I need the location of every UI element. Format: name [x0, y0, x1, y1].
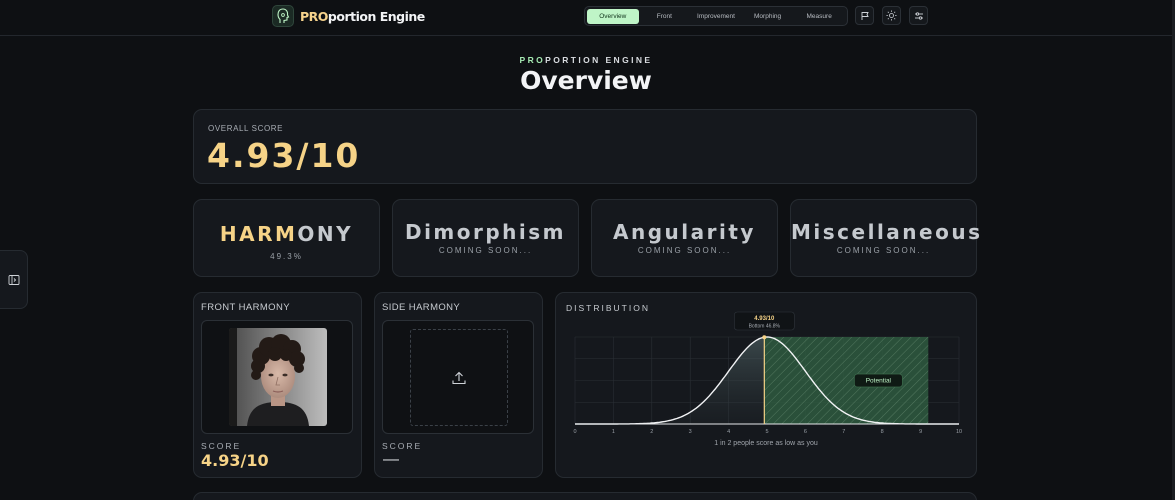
- x-tick-label: 0: [573, 429, 576, 435]
- overall-score-card: OVERALL SCORE 4.93/10: [193, 109, 977, 184]
- front-score-value: 4.93/10: [201, 451, 269, 470]
- angularity-title: Angularity: [613, 220, 756, 244]
- front-photo-frame[interactable]: [201, 320, 353, 434]
- overall-score-label: OVERALL SCORE: [208, 124, 284, 133]
- nav-tabs: Overview Front Improvement Morphing Meas…: [584, 6, 848, 26]
- front-harmony-label: FRONT HARMONY: [201, 302, 290, 313]
- angularity-subtitle: COMING SOON...: [637, 246, 732, 255]
- tab-measure[interactable]: Measure: [793, 9, 845, 24]
- tab-improvement[interactable]: Improvement: [690, 9, 742, 24]
- angularity-card[interactable]: Angularity COMING SOON...: [591, 199, 778, 277]
- brand[interactable]: PROportion Engine: [272, 5, 425, 27]
- score-marker-dot: [762, 335, 767, 340]
- flag-button[interactable]: [855, 6, 874, 25]
- harmony-card[interactable]: HARMONY 49.3%: [193, 199, 380, 277]
- x-tick-label: 2: [650, 429, 653, 435]
- harmony-value: 49.3%: [270, 252, 303, 261]
- top-bar: PROportion Engine Overview Front Improve…: [0, 0, 1172, 36]
- page-eyebrow: PROPORTION ENGINE: [519, 55, 653, 65]
- miscellaneous-title: Miscellaneous: [791, 220, 983, 244]
- tab-morphing[interactable]: Morphing: [742, 9, 794, 24]
- face-logo-icon: [272, 5, 294, 27]
- x-tick-label: 5: [765, 429, 768, 435]
- front-score-label: SCORE: [201, 441, 242, 451]
- score-tooltip-value: 4.93/10: [754, 316, 775, 322]
- theme-button[interactable]: [882, 6, 901, 25]
- upload-icon: [452, 371, 466, 384]
- x-tick-label: 7: [842, 429, 845, 435]
- front-face-photo: [229, 328, 327, 426]
- x-tick-label: 8: [881, 429, 884, 435]
- dimorphism-subtitle: COMING SOON...: [438, 246, 533, 255]
- tab-front[interactable]: Front: [639, 9, 691, 24]
- side-score-label: SCORE: [382, 441, 423, 451]
- sidebar-toggle-button[interactable]: [0, 250, 28, 309]
- x-tick-label: 9: [919, 429, 922, 435]
- x-tick-label: 6: [804, 429, 807, 435]
- potential-label: Potential: [866, 378, 892, 385]
- tab-overview[interactable]: Overview: [587, 8, 639, 24]
- overall-score-value: 4.93/10: [207, 136, 361, 175]
- x-tick-label: 3: [689, 429, 692, 435]
- page-title: Overview: [520, 66, 652, 95]
- miscellaneous-subtitle: COMING SOON...: [836, 246, 931, 255]
- side-upload-dropzone[interactable]: [410, 329, 508, 426]
- x-tick-label: 1: [612, 429, 615, 435]
- dimorphism-title: Dimorphism: [404, 220, 567, 244]
- brand-name: PROportion Engine: [300, 8, 425, 24]
- harmony-title: HARMONY: [219, 222, 354, 246]
- next-section-card: [193, 492, 977, 500]
- x-tick-label: 4: [727, 429, 730, 435]
- sliders-icon: [914, 11, 923, 20]
- distribution-card: DISTRIBUTION 4.93/10 Bottom 46.8% Potentia…: [555, 292, 977, 478]
- distribution-caption: 1 in 2 people score as low as you: [714, 440, 818, 447]
- front-harmony-card: FRONT HARMONY SCORE 4.93/10: [193, 292, 362, 478]
- flag-icon: [861, 11, 869, 20]
- sidebar-panel-icon: [8, 274, 19, 285]
- miscellaneous-card[interactable]: Miscellaneous COMING SOON...: [790, 199, 983, 277]
- settings-button[interactable]: [909, 6, 928, 25]
- dimorphism-card[interactable]: Dimorphism COMING SOON...: [392, 199, 579, 277]
- x-tick-label: 10: [956, 429, 962, 435]
- side-photo-frame: [382, 320, 534, 434]
- side-harmony-label: SIDE HARMONY: [382, 302, 461, 313]
- side-harmony-card: SIDE HARMONY SCORE —: [374, 292, 543, 478]
- side-score-value: —: [383, 451, 399, 468]
- score-tooltip-percentile: Bottom 46.8%: [749, 324, 781, 330]
- distribution-chart: 4.93/10 Bottom 46.8% Potential 0 1 2 3 4 5 6 7 8 9 10: [573, 311, 962, 435]
- sun-icon: [886, 10, 897, 21]
